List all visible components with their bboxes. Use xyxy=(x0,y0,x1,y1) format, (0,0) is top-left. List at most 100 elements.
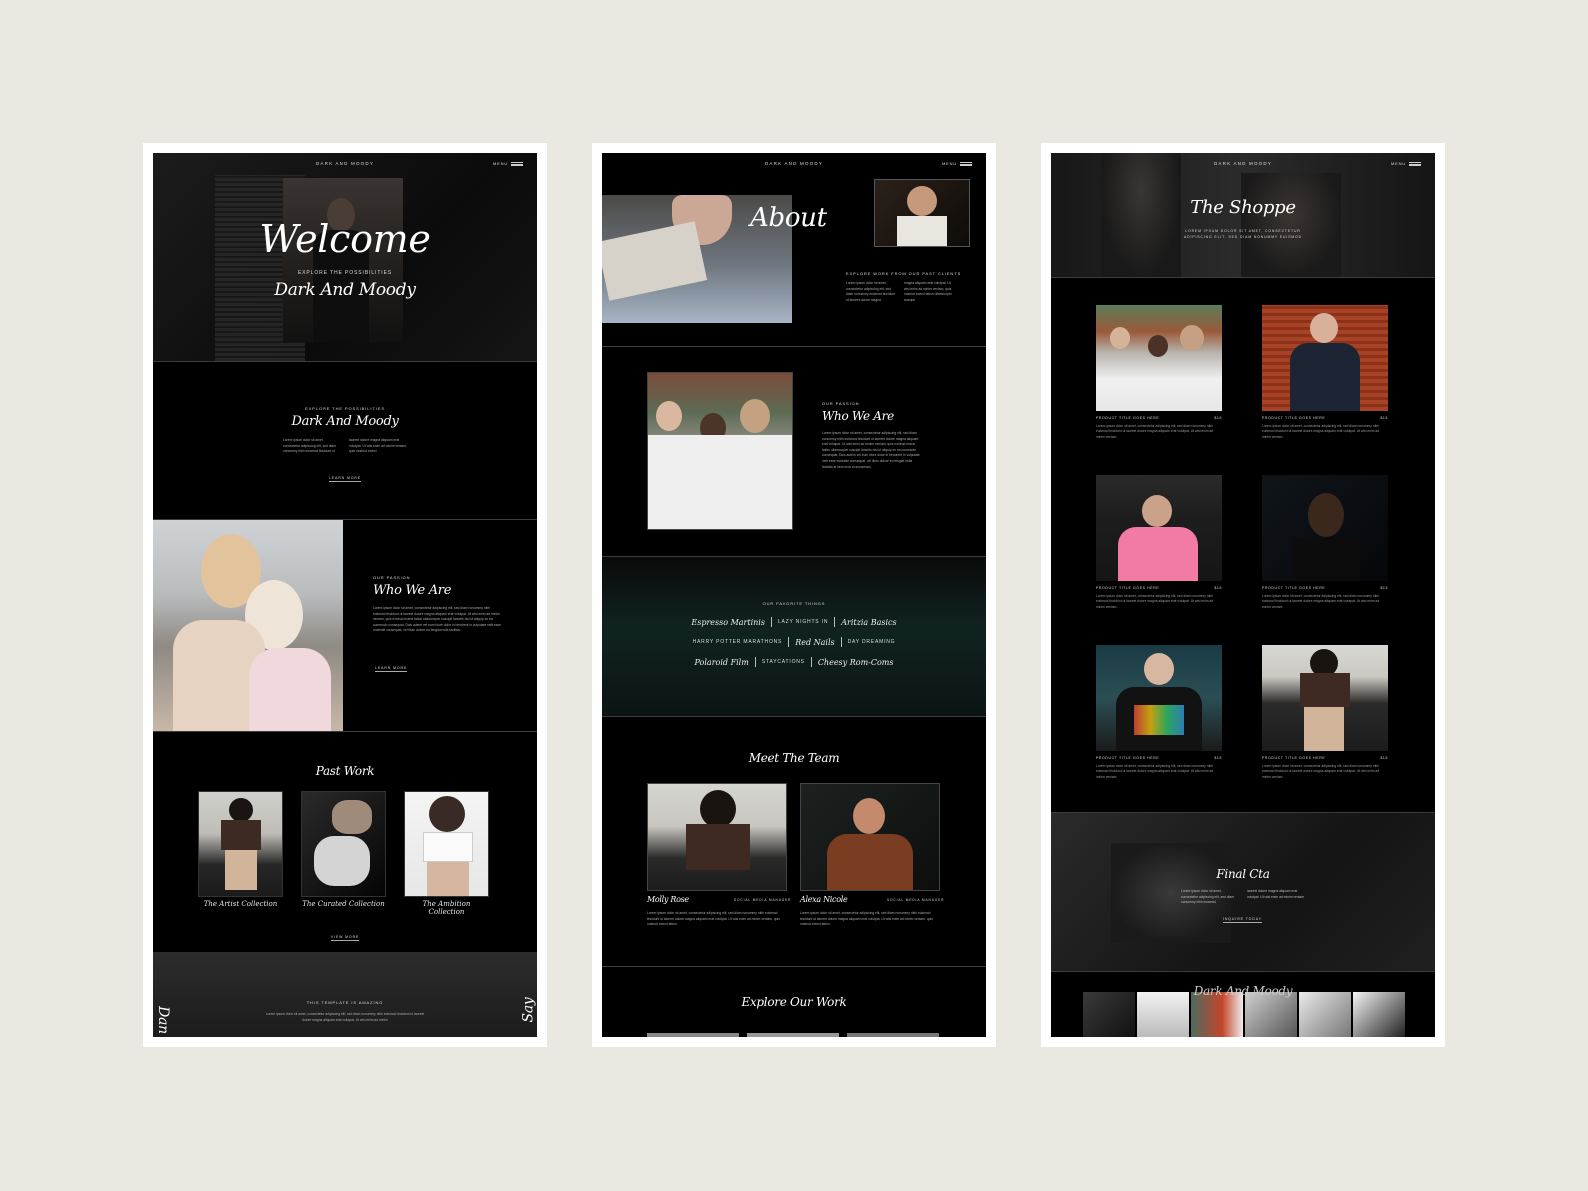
intro-heading: Dark And Moody xyxy=(291,414,399,429)
view-more-wrap: VIEW MORE xyxy=(153,925,537,943)
menu-label: MENU xyxy=(1391,161,1406,166)
ambition-collection-caption[interactable]: The Ambition Collection xyxy=(404,900,489,916)
product-title[interactable]: PRODUCT TITLE GOES HERE xyxy=(1096,586,1159,590)
hero-kicker: EXPLORE THE POSSIBILITIES xyxy=(297,270,393,276)
product-desc-1: Lorem ipsum dolor sit amet, consectetur … xyxy=(1096,424,1214,439)
hero-subtitle: Dark And Moody xyxy=(274,280,416,300)
product-header-2: PRODUCT TITLE GOES HERE $15 xyxy=(1262,416,1388,420)
home-past-work: Past Work The Artist Collection The Cura… xyxy=(153,732,537,952)
artist-collection-caption[interactable]: The Artist Collection xyxy=(198,900,283,908)
favorite-item: Polaroid Film xyxy=(694,657,749,667)
ambition-collection-photo[interactable] xyxy=(404,791,489,897)
explore-thumb-1[interactable] xyxy=(647,1033,739,1037)
product-title[interactable]: PRODUCT TITLE GOES HERE xyxy=(1096,756,1159,760)
curated-collection-caption[interactable]: The Curated Collection xyxy=(301,900,386,908)
who-kicker: OUR PASSION xyxy=(822,401,860,406)
molly-bio: Lorem ipsum dolor sit amet, consectetur … xyxy=(647,911,780,927)
team-heading: Meet The Team xyxy=(748,751,840,765)
product-image-6[interactable] xyxy=(1262,645,1388,751)
gallery-thumb-4[interactable] xyxy=(1245,992,1297,1037)
favorite-item: Espresso Martinis xyxy=(691,617,765,627)
footer-heading: Dark And Moody xyxy=(1193,984,1293,998)
passion-kicker: OUR PASSION xyxy=(373,575,411,580)
product-desc-6: Lorem ipsum dolor sit amet, consectetur … xyxy=(1262,764,1380,779)
home-intro: EXPLORE THE POSSIBILITIES Dark And Moody… xyxy=(153,362,537,520)
explore-thumb-2[interactable] xyxy=(747,1033,839,1037)
learn-more-button[interactable]: LEARN MORE xyxy=(328,476,362,482)
product-price: $15 xyxy=(1380,416,1388,420)
view-more-button[interactable]: VIEW MORE xyxy=(330,935,360,941)
shop-cta: Final Cta Lorem ipsum dolor sit amet, co… xyxy=(1051,813,1435,971)
alexa-name: Alexa Nicole xyxy=(800,895,848,904)
product-title[interactable]: PRODUCT TITLE GOES HERE xyxy=(1262,586,1325,590)
about-who: OUR PASSION Who We Are Lorem ipsum dolor… xyxy=(602,347,986,557)
group-photo xyxy=(647,372,793,530)
brand-logo[interactable]: DARK AND MOODY xyxy=(1051,161,1435,166)
product-title[interactable]: PRODUCT TITLE GOES HERE xyxy=(1096,416,1159,420)
separator xyxy=(754,657,756,667)
menu-label: MENU xyxy=(493,161,508,166)
about-hero: About EXPLORE WORK FROM OUR PAST CLIENTS… xyxy=(602,153,986,347)
about-favorites: OUR FAVORITE THINGS Espresso Martinis LA… xyxy=(602,557,986,717)
hero-title: Welcome xyxy=(259,217,431,261)
gallery-thumb-5[interactable] xyxy=(1299,992,1351,1037)
product-price: $15 xyxy=(1214,586,1222,590)
about-kicker: EXPLORE WORK FROM OUR PAST CLIENTS xyxy=(846,271,962,276)
favorites-kicker: OUR FAVORITE THINGS xyxy=(762,601,826,606)
product-desc-4: Lorem ipsum dolor sit amet, consectetur … xyxy=(1262,594,1380,609)
intro-body-left: Lorem ipsum dolor sit amet, consectetur … xyxy=(283,438,336,454)
product-title[interactable]: PRODUCT TITLE GOES HERE xyxy=(1262,756,1325,760)
product-price: $15 xyxy=(1380,586,1388,590)
about-portrait-photo xyxy=(874,179,970,247)
product-image-1[interactable] xyxy=(1096,305,1222,411)
favorite-item: HARRY POTTER MARATHONS xyxy=(692,639,783,645)
home-passion: OUR PASSION Who We Are Lorem ipsum dolor… xyxy=(153,520,537,731)
curated-collection-photo[interactable] xyxy=(301,791,386,897)
product-title[interactable]: PRODUCT TITLE GOES HERE xyxy=(1262,416,1325,420)
favorites-row-2: HARRY POTTER MARATHONS Red Nails DAY DRE… xyxy=(602,637,986,647)
product-header-6: PRODUCT TITLE GOES HERE $15 xyxy=(1262,756,1388,760)
favorite-item: DAY DREAMING xyxy=(847,639,896,645)
menu-button[interactable]: MENU xyxy=(1391,161,1421,166)
gallery-thumb-3[interactable] xyxy=(1191,992,1243,1037)
cta-body-right: laoreet dolore magna aliquam erat volutp… xyxy=(1247,889,1304,899)
cta-heading: Final Cta xyxy=(1216,867,1270,881)
artist-collection-photo[interactable] xyxy=(198,791,283,897)
menu-button[interactable]: MENU xyxy=(493,161,523,166)
intro-kicker: EXPLORE THE POSSIBILITIES xyxy=(305,406,385,411)
product-header-1: PRODUCT TITLE GOES HERE $15 xyxy=(1096,416,1222,420)
about-team: Meet The Team Molly Rose SOCIAL MEDIA MA… xyxy=(602,717,986,967)
shop-products: PRODUCT TITLE GOES HERE $15 Lorem ipsum d… xyxy=(1051,278,1435,812)
favorites-row-3: Polaroid Film STAYCATIONS Cheesy Rom-Com… xyxy=(602,657,986,667)
shop-screen: DARK AND MOODY MENU The Shoppe LOREM IPS… xyxy=(1051,153,1435,1037)
about-screen: DARK AND MOODY MENU About EXPLORE WORK F… xyxy=(602,153,986,1037)
home-footer: THIS TEMPLATE IS AMAZING Lorem ipsum dol… xyxy=(153,952,537,1037)
shop-title: The Shoppe xyxy=(1190,197,1296,218)
separator xyxy=(770,617,772,627)
gallery-thumb-1[interactable] xyxy=(1083,992,1135,1037)
past-work-heading: Past Work xyxy=(315,764,375,778)
favorite-item: Red Nails xyxy=(795,637,835,647)
inquire-today-button[interactable]: INQUIRE TODAY xyxy=(1223,917,1262,923)
hamburger-icon xyxy=(1409,161,1421,166)
who-body: Lorem ipsum dolor sit amet, consectetur … xyxy=(822,431,920,469)
product-image-5[interactable] xyxy=(1096,645,1222,751)
gallery-thumb-6[interactable] xyxy=(1353,992,1405,1037)
product-desc-3: Lorem ipsum dolor sit amet, consectetur … xyxy=(1096,594,1214,609)
shop-footer: Dark And Moody xyxy=(1051,972,1435,1037)
separator xyxy=(788,637,790,647)
explore-thumb-3[interactable] xyxy=(847,1033,939,1037)
passion-learn-more-button[interactable]: LEARN MORE xyxy=(375,666,408,672)
product-image-2[interactable] xyxy=(1262,305,1388,411)
shop-subline-2: ADIPISCING ELIT, SED DIAM NONUMMY EUISMO… xyxy=(1183,235,1303,239)
footer-side-left: Dan xyxy=(154,1006,171,1034)
product-image-4[interactable] xyxy=(1262,475,1388,581)
separator xyxy=(810,657,812,667)
about-explore: Explore Our Work xyxy=(602,967,986,1037)
intro-button-wrap: LEARN MORE xyxy=(153,466,537,484)
product-image-3[interactable] xyxy=(1096,475,1222,581)
about-mockup: DARK AND MOODY MENU About EXPLORE WORK F… xyxy=(592,143,996,1047)
gallery-thumb-2[interactable] xyxy=(1137,992,1189,1037)
product-price: $15 xyxy=(1380,756,1388,760)
brand-logo[interactable]: DARK AND MOODY xyxy=(153,161,537,166)
